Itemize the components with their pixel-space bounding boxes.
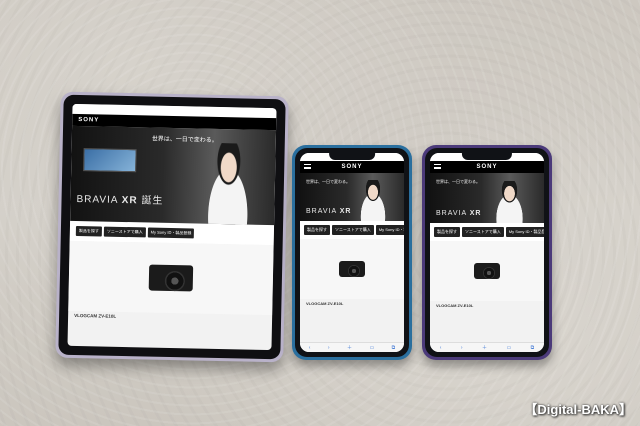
sony-logo[interactable]: SONY	[78, 117, 99, 123]
safari-toolbar: ‹ › ＋ ▭ ⧉	[430, 342, 544, 352]
forward-icon[interactable]: ›	[461, 345, 463, 351]
camera-image	[474, 263, 500, 279]
tab-find-products[interactable]: 製品を探す	[434, 227, 460, 237]
hero-banner[interactable]: 世界は、一日で変わる。 BRAVIA XR	[430, 173, 544, 223]
menu-icon[interactable]	[434, 164, 441, 169]
product-caption: VLOGCAM ZV-E10L	[436, 303, 474, 308]
tab-find-products[interactable]: 製品を探す	[75, 225, 102, 237]
product-section[interactable]	[300, 239, 404, 299]
tab-my-sony[interactable]: My Sony ID・製品登録	[147, 227, 195, 239]
model-image	[489, 180, 531, 223]
tabs-icon[interactable]: ⧉	[392, 345, 396, 351]
hero-tagline: 世界は、一日で変わる。	[306, 179, 350, 184]
forward-icon[interactable]: ›	[328, 345, 330, 351]
hero-product-title: BRAVIA XR	[436, 210, 482, 217]
iphone-purple: SONY 世界は、一日で変わる。 BRAVIA XR 製品を探す ソニーストアで…	[422, 145, 552, 360]
new-tab-icon[interactable]: ＋	[482, 344, 487, 351]
hero-product-prefix: BRAVIA	[76, 193, 119, 206]
hero-banner[interactable]: 世界は、一日で変わる。 BRAVIA XR 誕生	[70, 125, 277, 226]
model-image	[196, 142, 260, 225]
sony-logo[interactable]: SONY	[341, 164, 362, 170]
hero-product-title: BRAVIA XR 誕生	[76, 190, 163, 207]
camera-image	[339, 261, 365, 277]
menu-icon[interactable]	[304, 164, 311, 169]
hero-tagline: 世界は、一日で変わる。	[436, 179, 480, 184]
new-tab-icon[interactable]: ＋	[347, 344, 352, 351]
iphone-purple-screen: SONY 世界は、一日で変わる。 BRAVIA XR 製品を探す ソニーストアで…	[430, 153, 544, 352]
sony-logo[interactable]: SONY	[476, 164, 497, 170]
iphone-blue-screen: SONY 世界は、一日で変わる。 BRAVIA XR 製品を探す ソニーストアで…	[300, 153, 404, 352]
watermark: 【Digital-BAKA】	[524, 402, 632, 417]
ipad-screen: SONY 世界は、一日で変わる。 BRAVIA XR 誕生 製品を探す ソニース…	[67, 103, 277, 351]
model-image	[354, 180, 392, 221]
tab-my-sony[interactable]: My Sony ID・製品登録	[375, 225, 404, 235]
back-icon[interactable]: ‹	[309, 345, 311, 351]
hero-product-suffix: XR	[121, 194, 138, 207]
hero-banner[interactable]: 世界は、一日で変わる。 BRAVIA XR	[300, 173, 404, 221]
tab-sony-store[interactable]: ソニーストアで購入	[103, 226, 146, 238]
site-header: SONY	[300, 161, 404, 173]
hero-product-title: BRAVIA XR	[306, 208, 352, 215]
bookmarks-icon[interactable]: ▭	[506, 345, 511, 351]
nav-tabs: 製品を探す ソニーストアで購入 My Sony ID・製品登録	[300, 221, 404, 239]
safari-toolbar: ‹ › ＋ ▭ ⧉	[300, 342, 404, 352]
tab-my-sony[interactable]: My Sony ID・製品登録	[505, 227, 544, 237]
tv-image	[83, 148, 137, 173]
bookmarks-icon[interactable]: ▭	[369, 345, 374, 351]
product-caption: VLOGCAM ZV-E10L	[306, 301, 344, 306]
ipad-mini: SONY 世界は、一日で変わる。 BRAVIA XR 誕生 製品を探す ソニース…	[55, 91, 289, 363]
product-section[interactable]	[68, 240, 274, 316]
tab-find-products[interactable]: 製品を探す	[304, 225, 330, 235]
nav-tabs: 製品を探す ソニーストアで購入 My Sony ID・製品登録	[430, 223, 544, 241]
product-section[interactable]	[430, 241, 544, 301]
hero-subline: 誕生	[141, 195, 164, 207]
back-icon[interactable]: ‹	[440, 345, 442, 351]
tab-sony-store[interactable]: ソニーストアで購入	[332, 225, 374, 235]
camera-image	[148, 264, 194, 292]
tab-sony-store[interactable]: ソニーストアで購入	[462, 227, 504, 237]
iphone-blue: SONY 世界は、一日で変わる。 BRAVIA XR 製品を探す ソニーストアで…	[292, 145, 412, 360]
tabs-icon[interactable]: ⧉	[531, 345, 535, 351]
site-header: SONY	[430, 161, 544, 173]
